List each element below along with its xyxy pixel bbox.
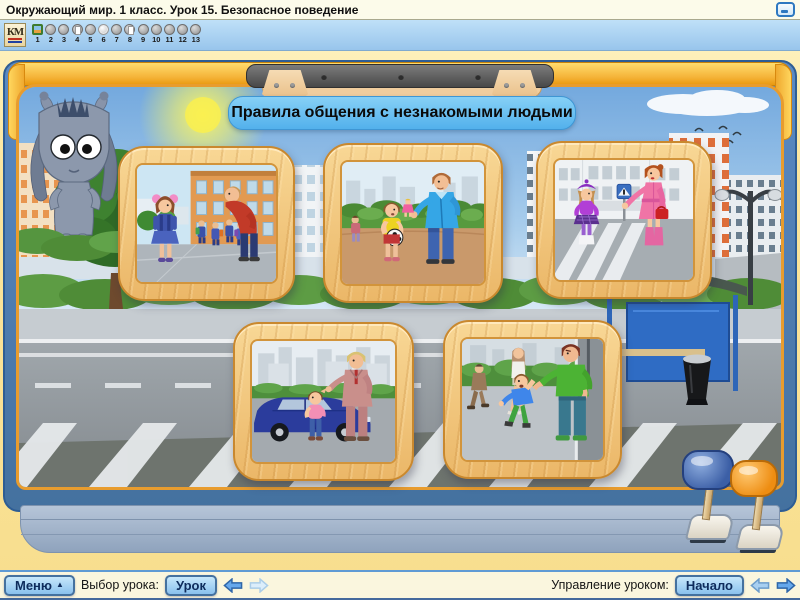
lesson-topic-banner: Правила общения с незнакомыми людьми: [228, 96, 576, 130]
slide-button-12[interactable]: 12: [176, 24, 189, 44]
slide-dot-icon: [45, 24, 57, 35]
screw-icon: [520, 83, 525, 88]
slide-image-icon: [32, 24, 44, 35]
slide-number: 1: [35, 35, 40, 44]
lesson-prev-arrow[interactable]: [223, 577, 243, 593]
slide-button-10[interactable]: 10: [150, 24, 163, 44]
screw-icon: [274, 83, 279, 88]
slide-dot-icon: [150, 24, 162, 35]
publisher-logo: КМ: [4, 23, 26, 47]
slide-button-11[interactable]: 11: [163, 24, 176, 44]
slide-dot-icon: [84, 24, 96, 35]
slide-button-6[interactable]: 6: [97, 24, 110, 44]
slide-number: 2: [48, 35, 53, 44]
slide-dot-icon: [98, 24, 110, 35]
slide-page-icon: [71, 24, 83, 35]
control-bar-plate-right: [492, 70, 538, 98]
slide-number: 3: [61, 35, 67, 44]
slide-button-2[interactable]: 2: [44, 24, 57, 44]
title-bar: Окружающий мир. 1 класс. Урок 15. Безопа…: [0, 0, 800, 20]
slide-number: 5: [88, 35, 93, 44]
slide-button-4[interactable]: 4: [71, 24, 84, 44]
slide-number: 12: [178, 35, 187, 44]
slide-button-1[interactable]: 1: [31, 24, 44, 44]
footer-toolbar: Меню ▲ Выбор урока: Урок Управление урок…: [0, 570, 800, 600]
joystick-orange: [712, 460, 800, 560]
screw-icon: [504, 83, 509, 88]
slide-dot-icon: [58, 24, 70, 35]
joystick-knob-orange: [730, 460, 778, 497]
slide-button-8[interactable]: 8: [123, 24, 136, 44]
logo-decor-line: [8, 41, 22, 43]
lesson-next-arrow[interactable]: [249, 577, 269, 593]
photo-boy-invited-into-car: [250, 339, 397, 464]
slide-page-icon: [124, 24, 136, 35]
slide-number: 9: [141, 35, 146, 44]
slide-number: 8: [127, 35, 132, 44]
photo-girl-with-stranger-woman: [553, 158, 695, 282]
slide-number: 6: [101, 35, 106, 44]
slide-dot-icon: [137, 24, 149, 35]
rivet-icon: [321, 74, 327, 80]
lesson-select-label: Выбор урока:: [80, 578, 159, 592]
screw-icon: [290, 83, 295, 88]
photo-boy-offered-toy-by-stranger: [340, 160, 486, 286]
slide-button-9[interactable]: 9: [137, 24, 150, 44]
lesson-button[interactable]: Урок: [164, 574, 217, 596]
slide-button-7[interactable]: 7: [110, 24, 123, 44]
slide-dot-icon: [111, 24, 123, 35]
menu-button[interactable]: Меню ▲: [4, 574, 75, 596]
lesson-control-label: Управление уроком:: [551, 578, 669, 592]
slide-button-5[interactable]: 5: [84, 24, 97, 44]
slide-number: 7: [114, 35, 119, 44]
control-bar-plate-left: [262, 70, 308, 98]
photo-frame-car: [233, 322, 414, 481]
slide-number: 10: [152, 35, 161, 44]
control-prev-arrow[interactable]: [750, 577, 770, 593]
slide-strip: 1 2 3 4 5 6 7 8 9 10 11 12 13: [31, 24, 202, 44]
menu-button-label: Меню: [15, 577, 53, 593]
slide-dot-icon: [177, 24, 189, 35]
photo-girl-with-stranger-near-school: [135, 163, 278, 284]
slide-dot-icon: [190, 24, 202, 35]
application-window: Окружающий мир. 1 класс. Урок 15. Безопа…: [0, 0, 800, 600]
slide-number: 13: [191, 35, 201, 44]
slide-toolbar: КМ 1 2 3 4 5 6 7 8 9 10 11 12 13: [0, 20, 800, 51]
slide-number: 11: [165, 35, 174, 44]
rivet-icon: [398, 74, 404, 80]
minimize-button[interactable]: [776, 2, 795, 17]
slide-button-13[interactable]: 13: [189, 24, 202, 44]
control-next-arrow[interactable]: [776, 577, 796, 593]
rivet-icon: [475, 74, 481, 80]
photo-frame-school: [118, 146, 295, 301]
start-button[interactable]: Начало: [674, 574, 744, 596]
photo-frame-grab: [443, 320, 622, 479]
slide-dot-icon: [163, 24, 175, 35]
menu-up-arrow-icon: ▲: [56, 580, 64, 589]
slide-button-3[interactable]: 3: [57, 24, 70, 44]
photo-stranger-grabbing-boy: [460, 337, 605, 462]
photo-frame-crosswalk: [536, 141, 712, 299]
logo-decor-line: [8, 38, 22, 41]
slide-number: 4: [75, 35, 80, 44]
logo-text: КМ: [6, 26, 24, 39]
photo-frame-playground: [323, 143, 503, 303]
window-title: Окружающий мир. 1 класс. Урок 15. Безопа…: [6, 2, 359, 17]
